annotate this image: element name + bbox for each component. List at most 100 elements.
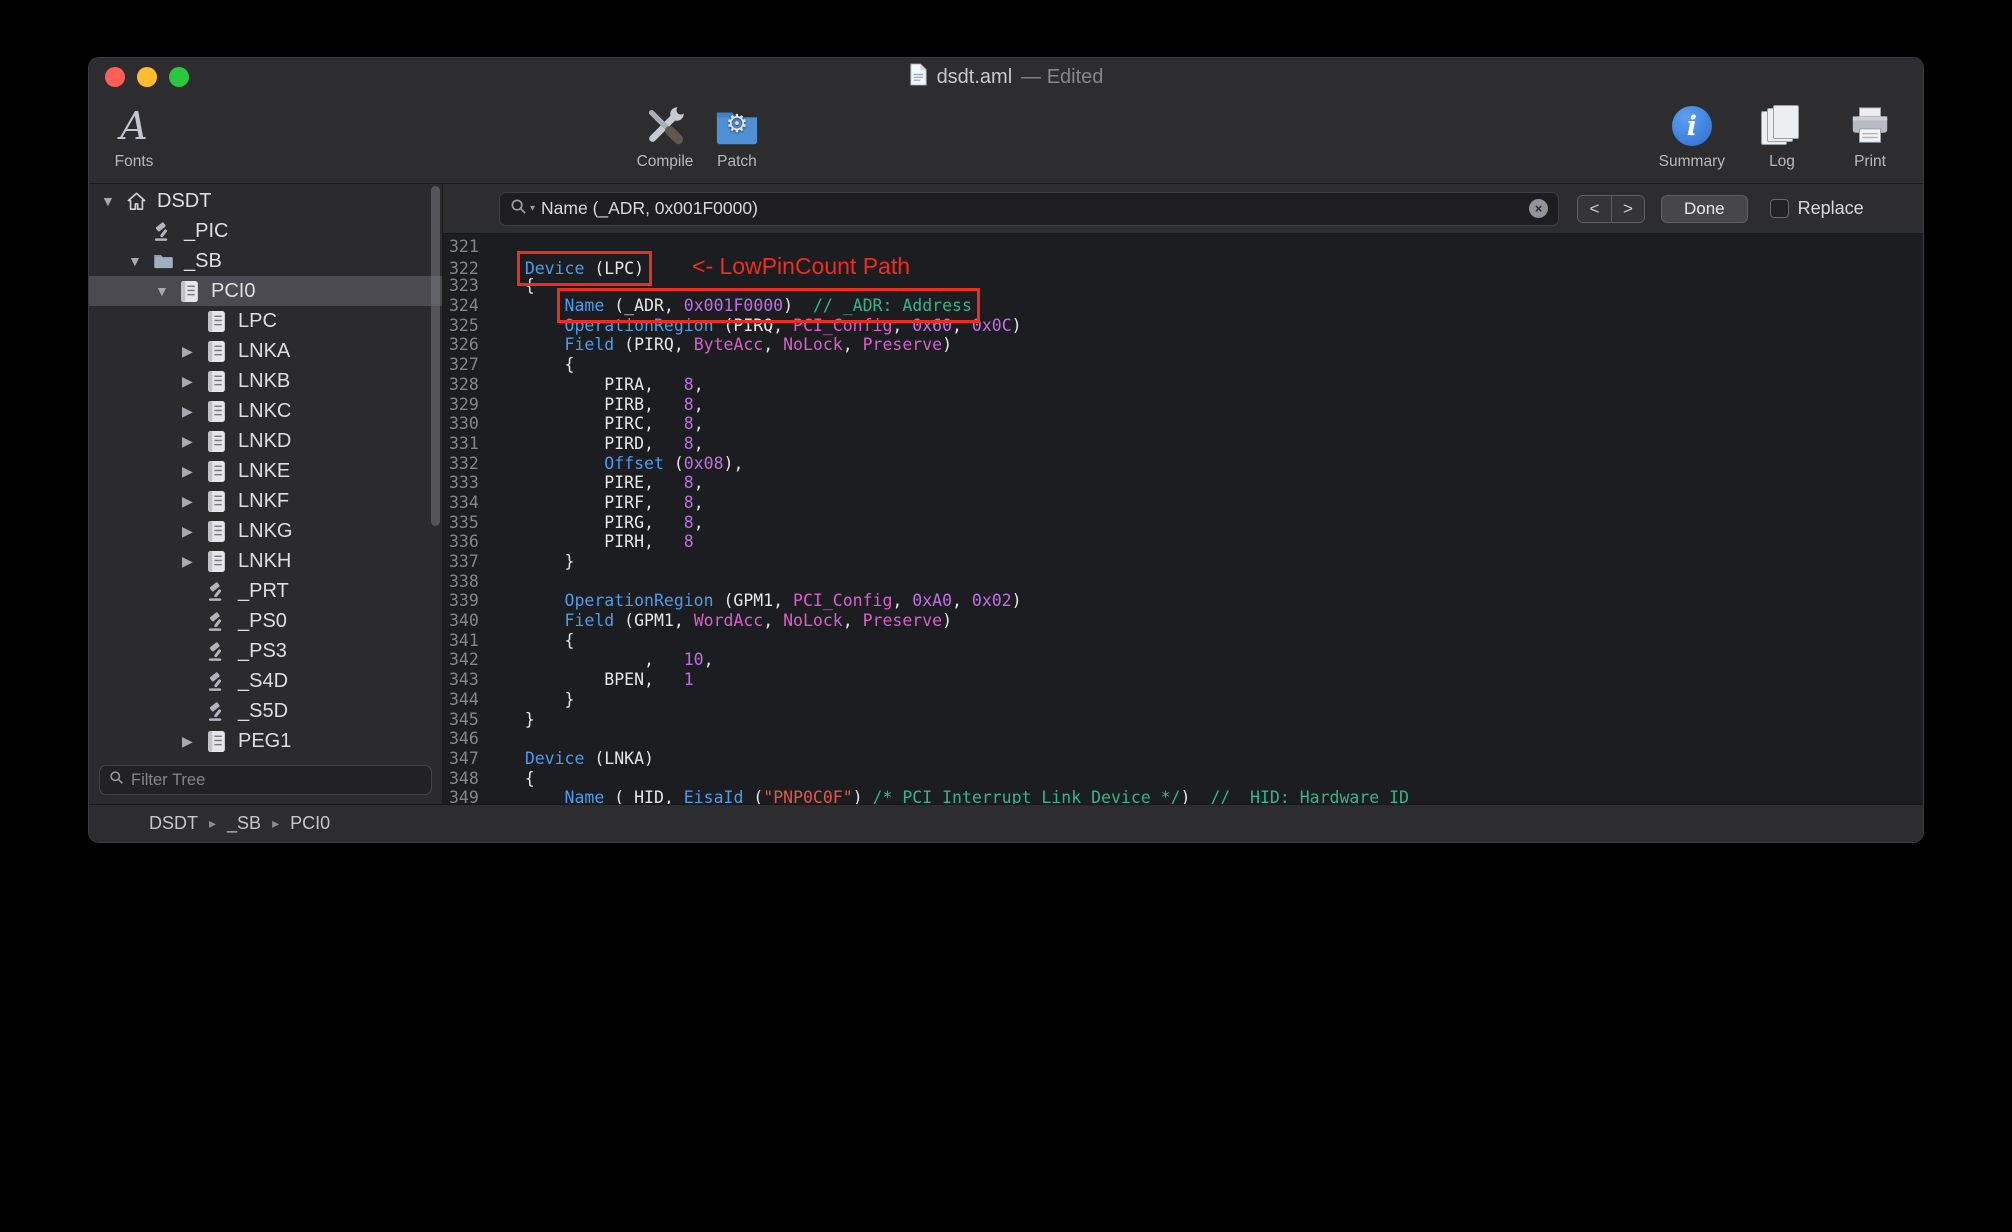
tree-item-_ps3[interactable]: _PS3 <box>89 636 442 666</box>
disclosure-closed-icon[interactable]: ▶ <box>180 343 206 360</box>
find-previous-button[interactable]: < <box>1578 195 1611 222</box>
titlebar[interactable]: dsdt.aml — Edited <box>89 58 1923 96</box>
line-number: 327 <box>449 355 479 375</box>
done-button[interactable]: Done <box>1661 194 1748 223</box>
code-token: , <box>892 591 913 611</box>
close-window-button[interactable] <box>105 67 125 87</box>
summary-button[interactable]: Summary <box>1659 100 1725 171</box>
disclosure-closed-icon[interactable]: ▶ <box>180 493 206 510</box>
code-token: } <box>495 552 575 571</box>
tree-item-dsdt[interactable]: ▼ DSDT <box>89 186 442 216</box>
replace-checkbox[interactable] <box>1769 199 1789 218</box>
tree-item-_pic[interactable]: _PIC <box>89 216 442 246</box>
tree-item-lnkg[interactable]: ▶ LNKG <box>89 516 442 546</box>
disclosure-closed-icon[interactable]: ▶ <box>180 523 206 540</box>
code-editor[interactable]: 321 322 Device (LPC) <- LowPinCount Path 32… <box>443 234 1923 804</box>
code-line-329: 329 PIRB, 8, <box>443 395 1923 415</box>
tree-item-_s5d[interactable]: _S5D <box>89 696 442 726</box>
tree-item-label: _PS0 <box>238 609 287 632</box>
disclosure-open-icon[interactable]: ▼ <box>126 253 152 269</box>
code-token: Preserve <box>862 335 943 355</box>
sidebar-scrollbar[interactable] <box>431 186 440 526</box>
code-token: PIRB, <box>495 394 684 414</box>
code-token: Offset <box>604 453 664 473</box>
code-token: 8 <box>683 532 694 552</box>
code-token: ), <box>723 453 744 473</box>
line-number: 334 <box>449 492 479 512</box>
disclosure-open-icon[interactable]: ▼ <box>99 193 125 209</box>
fonts-button[interactable]: Fonts <box>103 100 165 171</box>
breadcrumb: DSDT ▸ _SB ▸ PCI0 <box>149 813 330 834</box>
tree-item-label: LNKC <box>238 399 292 422</box>
tree-item-_sb[interactable]: ▼ _SB <box>89 246 442 276</box>
clear-search-button[interactable] <box>1529 199 1548 218</box>
line-number: 347 <box>449 748 479 768</box>
tree-item-pci0[interactable]: ▼ PCI0 <box>89 276 442 306</box>
code-token: PIRC, <box>495 414 684 434</box>
code-token: , <box>763 611 784 631</box>
zoom-window-button[interactable] <box>169 67 189 87</box>
breadcrumb-item-dsdt[interactable]: DSDT <box>149 813 198 834</box>
tree-item-lpc[interactable]: LPC <box>89 306 442 336</box>
breadcrumb-item-_sb[interactable]: _SB <box>227 813 261 834</box>
tree-item-lnkd[interactable]: ▶ LNKD <box>89 426 442 456</box>
window-title: dsdt.aml — Edited <box>909 63 1103 91</box>
disclosure-closed-icon[interactable]: ▶ <box>180 373 206 390</box>
filter-tree-input[interactable] <box>131 770 422 790</box>
minimize-window-button[interactable] <box>137 67 157 87</box>
log-button[interactable]: Log <box>1751 100 1813 171</box>
tree-item-lnkf[interactable]: ▶ LNKF <box>89 486 442 516</box>
code-line-345: 345 } <box>443 710 1923 730</box>
filter-field[interactable] <box>99 765 432 795</box>
code-token: PIRD, <box>495 433 684 453</box>
code-token: Preserve <box>862 611 943 631</box>
code-token: ) <box>1180 788 1211 804</box>
log-label: Log <box>1769 153 1795 170</box>
tree-item-label: LNKF <box>238 489 290 512</box>
find-next-button[interactable]: > <box>1611 195 1644 222</box>
disclosure-closed-icon[interactable]: ▶ <box>180 403 206 420</box>
search-icon <box>510 198 527 220</box>
code-token: // _ADR: Address <box>812 296 972 316</box>
disclosure-closed-icon[interactable]: ▶ <box>180 463 206 480</box>
search-input[interactable] <box>541 198 1523 219</box>
tree-item-label: PCI0 <box>211 279 256 302</box>
tree-item-peg1[interactable]: ▶ PEG1 <box>89 726 442 756</box>
code-line-335: 335 PIRG, 8, <box>443 513 1923 533</box>
desktop: dsdt.aml — Edited Fonts <box>0 0 2012 1232</box>
code-token: , <box>495 650 684 670</box>
print-button[interactable]: Print <box>1839 100 1901 171</box>
tree-item-lnke[interactable]: ▶ LNKE <box>89 456 442 486</box>
chevron-down-icon[interactable] <box>530 203 535 214</box>
tree-item-lnkh[interactable]: ▶ LNKH <box>89 546 442 576</box>
code-token: 0x02 <box>971 591 1012 611</box>
patch-button[interactable]: Patch <box>706 100 768 171</box>
disclosure-open-icon[interactable]: ▼ <box>153 283 179 299</box>
tree-item-lnkb[interactable]: ▶ LNKB <box>89 366 442 396</box>
code-line-325: 325 OperationRegion (PIRQ, PCI_Config, 0… <box>443 316 1923 336</box>
tree-item-_prt[interactable]: _PRT <box>89 576 442 606</box>
disclosure-closed-icon[interactable]: ▶ <box>180 553 206 570</box>
search-field[interactable] <box>499 191 1559 226</box>
code-line-323: 323 { <box>443 276 1923 296</box>
disclosure-closed-icon[interactable]: ▶ <box>180 433 206 450</box>
disclosure-closed-icon[interactable]: ▶ <box>180 733 206 750</box>
code-token: 8 <box>683 492 694 512</box>
device-icon <box>206 460 238 483</box>
code-line-339: 339 OperationRegion (GPM1, PCI_Config, 0… <box>443 591 1923 611</box>
tree-item-_s4d[interactable]: _S4D <box>89 666 442 696</box>
tree-item-lnka[interactable]: ▶ LNKA <box>89 336 442 366</box>
compile-button[interactable]: Compile <box>634 100 696 171</box>
patch-label: Patch <box>717 153 757 170</box>
tree-item-_ps0[interactable]: _PS0 <box>89 606 442 636</box>
line-number: 345 <box>449 709 479 729</box>
sidebar-tree: ▼ DSDT _PIC ▼ _SB ▼ PCI0 LPC ▶ LNKA ▶ LNKB ▶ LNKC ▶ LNK… <box>89 184 442 760</box>
line-number: 329 <box>449 394 479 414</box>
tree-item-lnkc[interactable]: ▶ LNKC <box>89 396 442 426</box>
red-annotation: <- LowPinCount Path <box>692 252 911 279</box>
code-token: 10 <box>683 650 704 670</box>
tree-item-label: _SB <box>184 249 222 272</box>
breadcrumb-item-pci0[interactable]: PCI0 <box>290 813 330 834</box>
